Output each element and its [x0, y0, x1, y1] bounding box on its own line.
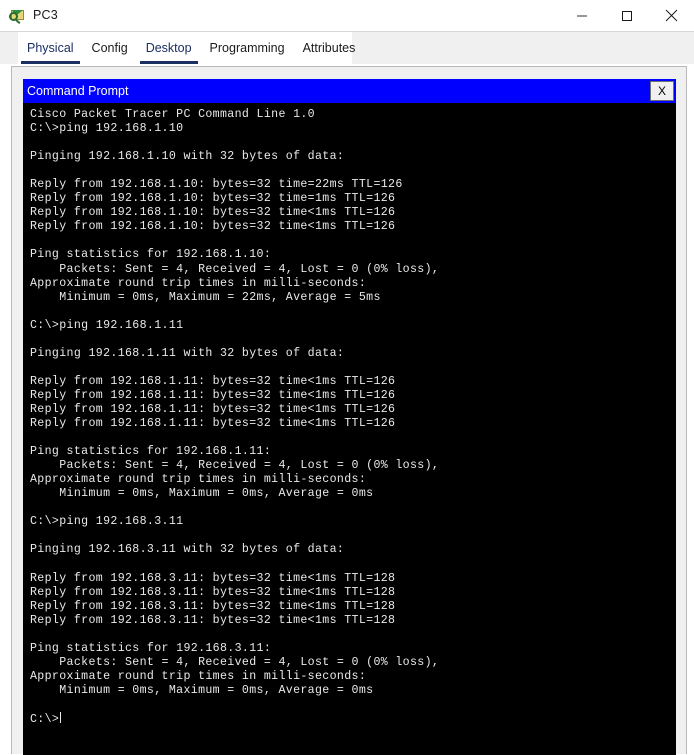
command-prompt-titlebar: Command Prompt X — [23, 79, 676, 103]
tab-attributes[interactable]: Attributes — [294, 32, 365, 64]
terminal-prompt: C:\> — [30, 713, 60, 727]
tabstrip: Physical Config Desktop Programming Attr… — [18, 32, 355, 64]
terminal-line: Approximate round trip times in milli-se… — [30, 669, 367, 683]
terminal-line: Minimum = 0ms, Maximum = 22ms, Average =… — [30, 290, 381, 304]
command-prompt-title: Command Prompt — [27, 83, 129, 98]
terminal-line: Approximate round trip times in milli-se… — [30, 473, 367, 487]
terminal-line: Reply from 192.168.1.10: bytes=32 time=1… — [30, 192, 396, 206]
terminal-line: Packets: Sent = 4, Received = 4, Lost = … — [30, 655, 440, 669]
tab-config-label: Config — [91, 41, 128, 55]
terminal-line: Reply from 192.168.3.11: bytes=32 time<1… — [30, 585, 396, 599]
terminal-line: Reply from 192.168.1.11: bytes=32 time<1… — [30, 388, 396, 402]
terminal-line: Approximate round trip times in milli-se… — [30, 276, 367, 290]
close-icon[interactable] — [649, 0, 694, 31]
window-title-group: PC3 — [0, 7, 58, 24]
terminal-cursor — [60, 712, 62, 724]
terminal-line: C:\>ping 192.168.1.11 — [30, 318, 184, 332]
terminal-line: Reply from 192.168.3.11: bytes=32 time<1… — [30, 571, 396, 585]
tabstrip-background: Physical Config Desktop Programming Attr… — [0, 32, 694, 64]
maximize-icon[interactable] — [604, 0, 649, 31]
terminal-line: Reply from 192.168.1.11: bytes=32 time<1… — [30, 374, 396, 388]
terminal-line: Pinging 192.168.1.11 with 32 bytes of da… — [30, 346, 345, 360]
command-prompt-close-button[interactable]: X — [650, 81, 674, 101]
command-prompt-window: Command Prompt X Cisco Packet Tracer PC … — [23, 79, 676, 755]
tab-physical[interactable]: Physical — [18, 32, 83, 64]
terminal-line: Pinging 192.168.1.10 with 32 bytes of da… — [30, 150, 345, 164]
terminal-line: Ping statistics for 192.168.1.11: — [30, 445, 272, 459]
tab-config[interactable]: Config — [83, 32, 137, 64]
terminal-line: Reply from 192.168.1.11: bytes=32 time<1… — [30, 402, 396, 416]
packet-tracer-icon — [9, 7, 26, 24]
terminal-line: Minimum = 0ms, Maximum = 0ms, Average = … — [30, 683, 374, 697]
tab-desktop[interactable]: Desktop — [137, 32, 201, 64]
terminal-line: Reply from 192.168.1.11: bytes=32 time<1… — [30, 417, 396, 431]
tab-desktop-label: Desktop — [145, 41, 192, 55]
tab-programming-label: Programming — [209, 41, 285, 55]
minimize-icon[interactable] — [559, 0, 604, 31]
terminal-prompt-line[interactable]: C:\> — [30, 712, 676, 726]
desktop-panel: Command Prompt X Cisco Packet Tracer PC … — [11, 66, 687, 755]
terminal-output-area[interactable]: Cisco Packet Tracer PC Command Line 1.0 C… — [23, 103, 676, 755]
terminal-line: Reply from 192.168.3.11: bytes=32 time<1… — [30, 613, 396, 627]
pc3-window: PC3 Physical Config Desktop Programming … — [0, 0, 694, 755]
terminal-line: Minimum = 0ms, Maximum = 0ms, Average = … — [30, 487, 374, 501]
window-titlebar: PC3 — [0, 0, 694, 32]
terminal-line: Cisco Packet Tracer PC Command Line 1.0 — [30, 108, 315, 121]
tab-physical-label: Physical — [27, 41, 74, 55]
tab-programming[interactable]: Programming — [201, 32, 294, 64]
terminal-line: Reply from 192.168.1.10: bytes=32 time<1… — [30, 220, 396, 234]
terminal-line: C:\>ping 192.168.1.10 — [30, 122, 184, 136]
terminal-line: Reply from 192.168.1.10: bytes=32 time=2… — [30, 178, 403, 192]
window-controls — [559, 0, 694, 31]
terminal-line: Packets: Sent = 4, Received = 4, Lost = … — [30, 459, 440, 473]
terminal-line: Pinging 192.168.3.11 with 32 bytes of da… — [30, 543, 345, 557]
tab-attributes-label: Attributes — [302, 41, 356, 55]
terminal-line: Ping statistics for 192.168.1.10: — [30, 248, 272, 262]
terminal-text: Cisco Packet Tracer PC Command Line 1.0 C… — [30, 108, 676, 726]
terminal-line: Packets: Sent = 4, Received = 4, Lost = … — [30, 262, 440, 276]
terminal-line: Ping statistics for 192.168.3.11: — [30, 641, 272, 655]
terminal-line: C:\>ping 192.168.3.11 — [30, 515, 184, 529]
terminal-line: Reply from 192.168.1.10: bytes=32 time<1… — [30, 206, 396, 220]
terminal-line: Reply from 192.168.3.11: bytes=32 time<1… — [30, 599, 396, 613]
window-title: PC3 — [33, 8, 58, 23]
